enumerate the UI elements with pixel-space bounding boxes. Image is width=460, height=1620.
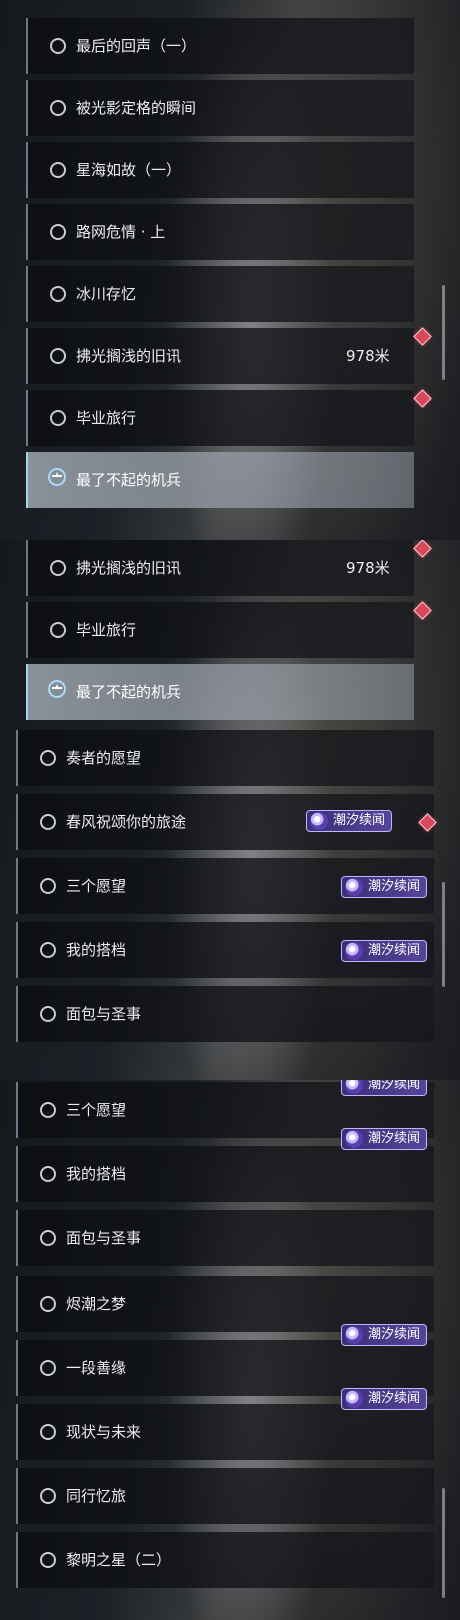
quest-item-label: 我的搭档 <box>66 1165 127 1183</box>
badge-label: 潮汐续闻 <box>368 1391 421 1406</box>
quest-item-label: 同行忆旅 <box>66 1487 127 1505</box>
quest-item-active[interactable]: 最了不起的机兵 <box>26 452 414 508</box>
quest-item-label: 星海如故（一） <box>76 161 182 179</box>
quest-item[interactable]: 毕业旅行 <box>26 390 414 446</box>
quest-item[interactable]: 奏者的愿望 <box>16 730 434 786</box>
quest-item[interactable]: 面包与圣事 <box>16 986 434 1042</box>
ring-icon <box>40 814 56 830</box>
diamond-marker-icon <box>413 327 432 346</box>
tide-event-badge: 潮汐续闻 <box>341 1388 428 1410</box>
quest-item-label: 最了不起的机兵 <box>76 683 182 701</box>
ring-icon <box>40 878 56 894</box>
ring-icon <box>40 750 56 766</box>
quest-item[interactable]: 同行忆旅 <box>16 1468 434 1524</box>
badge-label: 潮汐续闻 <box>368 1327 421 1342</box>
tide-event-badge: 潮汐续闻 <box>341 1080 428 1096</box>
quest-item-label: 冰川存忆 <box>76 285 137 303</box>
quest-item-label: 春风祝颂你的旅途 <box>66 813 187 831</box>
tide-event-badge: 潮汐续闻 <box>341 876 428 898</box>
quest-item[interactable]: 最后的回声（一） <box>26 18 414 74</box>
quest-item-label: 我的搭档 <box>66 941 127 959</box>
quest-item-label: 面包与圣事 <box>66 1005 142 1023</box>
quest-item[interactable]: 路网危情 · 上 <box>26 204 414 260</box>
quest-item[interactable]: 现状与未来 <box>16 1404 434 1460</box>
quest-item-label: 黎明之星（二） <box>66 1551 172 1569</box>
quest-item[interactable]: 拂光搁浅的旧讯 978米 <box>26 540 414 596</box>
quest-item-label: 路网危情 · 上 <box>76 223 166 241</box>
ring-icon <box>50 224 66 240</box>
quest-item-label: 奏者的愿望 <box>66 749 142 767</box>
tide-event-badge: 潮汐续闻 <box>306 810 393 832</box>
tide-event-badge: 潮汐续闻 <box>341 1128 428 1150</box>
compass-icon <box>48 680 66 698</box>
tide-event-icon <box>345 878 363 896</box>
tide-event-icon <box>345 1130 363 1148</box>
quest-distance: 978米 <box>346 559 390 577</box>
quest-distance: 978米 <box>346 347 390 365</box>
scrollbar[interactable] <box>442 1488 445 1598</box>
tide-event-icon <box>345 1326 363 1344</box>
quest-item-label: 被光影定格的瞬间 <box>76 99 197 117</box>
ring-icon <box>40 1424 56 1440</box>
tide-event-icon <box>310 812 328 830</box>
quest-list-panel-2: 拂光搁浅的旧讯 978米 毕业旅行 最了不起的机兵 奏者的愿望 春风祝颂你的旅途… <box>0 540 460 1080</box>
ring-icon <box>50 100 66 116</box>
quest-item-label: 毕业旅行 <box>76 621 137 639</box>
tide-event-icon <box>345 1390 363 1408</box>
tide-event-icon <box>345 1080 363 1094</box>
quest-item-label: 面包与圣事 <box>66 1229 142 1247</box>
ring-icon <box>40 1360 56 1376</box>
ring-icon <box>40 1552 56 1568</box>
quest-item-label: 最了不起的机兵 <box>76 471 182 489</box>
quest-item[interactable]: 毕业旅行 <box>26 602 414 658</box>
quest-item-label: 三个愿望 <box>66 1101 127 1119</box>
ring-icon <box>50 38 66 54</box>
ring-icon <box>40 1488 56 1504</box>
ring-icon <box>40 1006 56 1022</box>
tide-event-icon <box>345 942 363 960</box>
quest-item-label: 一段善缘 <box>66 1359 127 1377</box>
quest-item[interactable]: 星海如故（一） <box>26 142 414 198</box>
quest-item-label: 最后的回声（一） <box>76 37 197 55</box>
quest-item-label: 毕业旅行 <box>76 409 137 427</box>
ring-icon <box>50 560 66 576</box>
scrollbar[interactable] <box>442 285 445 380</box>
badge-label: 潮汐续闻 <box>368 879 421 894</box>
quest-item-label: 拂光搁浅的旧讯 <box>76 559 182 577</box>
badge-label: 潮汐续闻 <box>368 1080 421 1092</box>
ring-icon <box>50 410 66 426</box>
badge-label: 潮汐续闻 <box>333 813 386 828</box>
quest-item[interactable]: 拂光搁浅的旧讯 978米 <box>26 328 414 384</box>
ring-icon <box>40 1296 56 1312</box>
quest-item-label: 三个愿望 <box>66 877 127 895</box>
quest-item[interactable]: 冰川存忆 <box>26 266 414 322</box>
ring-icon <box>40 1102 56 1118</box>
ring-icon <box>50 622 66 638</box>
ring-icon <box>50 348 66 364</box>
diamond-marker-icon <box>413 540 432 558</box>
quest-list-panel-1: 最后的回声（一） 被光影定格的瞬间 星海如故（一） 路网危情 · 上 冰川存忆 … <box>0 0 460 540</box>
tide-event-badge: 潮汐续闻 <box>341 1324 428 1346</box>
quest-list-panel-3: 三个愿望 我的搭档 面包与圣事 烬潮之梦 一段善缘 现状与未来 同行忆旅 黎明之… <box>0 1080 460 1620</box>
tide-event-badge: 潮汐续闻 <box>341 940 428 962</box>
ring-icon <box>50 162 66 178</box>
ring-icon <box>40 1230 56 1246</box>
diamond-marker-icon <box>413 601 432 620</box>
quest-item-label: 拂光搁浅的旧讯 <box>76 347 182 365</box>
badge-label: 潮汐续闻 <box>368 943 421 958</box>
quest-item[interactable]: 面包与圣事 <box>16 1210 434 1266</box>
ring-icon <box>40 942 56 958</box>
ring-icon <box>40 1166 56 1182</box>
quest-item[interactable]: 被光影定格的瞬间 <box>26 80 414 136</box>
badge-label: 潮汐续闻 <box>368 1131 421 1146</box>
quest-item[interactable]: 黎明之星（二） <box>16 1532 434 1588</box>
quest-item-active[interactable]: 最了不起的机兵 <box>26 664 414 720</box>
ring-icon <box>50 286 66 302</box>
diamond-marker-icon <box>413 389 432 408</box>
quest-item-label: 现状与未来 <box>66 1423 142 1441</box>
quest-item[interactable]: 我的搭档 <box>16 1146 434 1202</box>
quest-item-label: 烬潮之梦 <box>66 1295 127 1313</box>
compass-icon <box>48 468 66 486</box>
scrollbar[interactable] <box>442 882 445 987</box>
